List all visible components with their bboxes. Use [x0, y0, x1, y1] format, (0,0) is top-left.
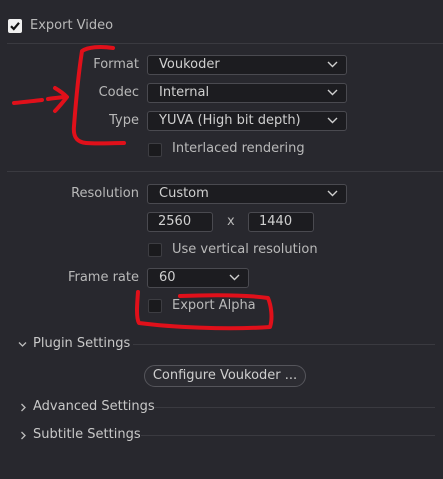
advanced-settings-label: Advanced Settings: [33, 399, 155, 414]
resolution-label: Resolution: [71, 186, 139, 201]
chevron-down-icon: [18, 342, 27, 347]
vertical-resolution-checkbox[interactable]: [148, 243, 162, 257]
configure-voukoder-label: Configure Voukoder ...: [152, 368, 298, 383]
resolution-separator: x: [227, 214, 235, 229]
plugin-settings-divider: [133, 344, 435, 345]
subtitle-settings-label: Subtitle Settings: [33, 427, 141, 442]
codec-dropdown[interactable]: Internal: [147, 83, 347, 103]
divider-top: [7, 43, 443, 44]
resolution-height-input[interactable]: 1440: [248, 212, 314, 232]
plugin-settings-label: Plugin Settings: [33, 336, 131, 351]
type-label: Type: [109, 113, 139, 128]
advanced-settings-divider: [154, 407, 435, 408]
chevron-down-icon: [327, 190, 338, 197]
chevron-down-icon: [327, 61, 338, 68]
interlaced-label: Interlaced rendering: [172, 141, 305, 156]
chevron-down-icon: [327, 89, 338, 96]
type-dropdown[interactable]: YUVA (High bit depth): [147, 111, 347, 131]
type-value: YUVA (High bit depth): [159, 113, 301, 128]
codec-value: Internal: [159, 85, 210, 100]
codec-label: Codec: [98, 85, 139, 100]
divider-middle: [7, 171, 443, 172]
chevron-down-icon: [327, 117, 338, 124]
resolution-value: Custom: [159, 186, 209, 201]
export-alpha-label: Export Alpha: [172, 298, 256, 313]
frame-rate-dropdown[interactable]: 60: [147, 268, 249, 288]
chevron-right-icon: [21, 431, 26, 440]
resolution-dropdown[interactable]: Custom: [147, 184, 347, 204]
configure-voukoder-button[interactable]: Configure Voukoder ...: [144, 365, 306, 387]
frame-rate-label: Frame rate: [67, 270, 139, 285]
interlaced-checkbox[interactable]: [148, 143, 162, 157]
checkmark-icon: [10, 22, 20, 31]
export-video-label: Export Video: [30, 18, 114, 33]
chevron-right-icon: [21, 403, 26, 412]
resolution-width-input[interactable]: 2560: [147, 212, 213, 232]
format-dropdown[interactable]: Voukoder: [147, 55, 347, 75]
subtitle-settings-divider: [141, 435, 435, 436]
vertical-resolution-label: Use vertical resolution: [172, 242, 318, 257]
resolution-height-value: 1440: [259, 214, 293, 229]
format-label: Format: [93, 57, 139, 72]
export-video-checkbox[interactable]: [8, 19, 22, 33]
chevron-down-icon: [229, 274, 240, 281]
export-alpha-checkbox[interactable]: [148, 299, 162, 313]
frame-rate-value: 60: [159, 270, 176, 285]
format-value: Voukoder: [159, 57, 220, 72]
resolution-width-value: 2560: [158, 214, 192, 229]
